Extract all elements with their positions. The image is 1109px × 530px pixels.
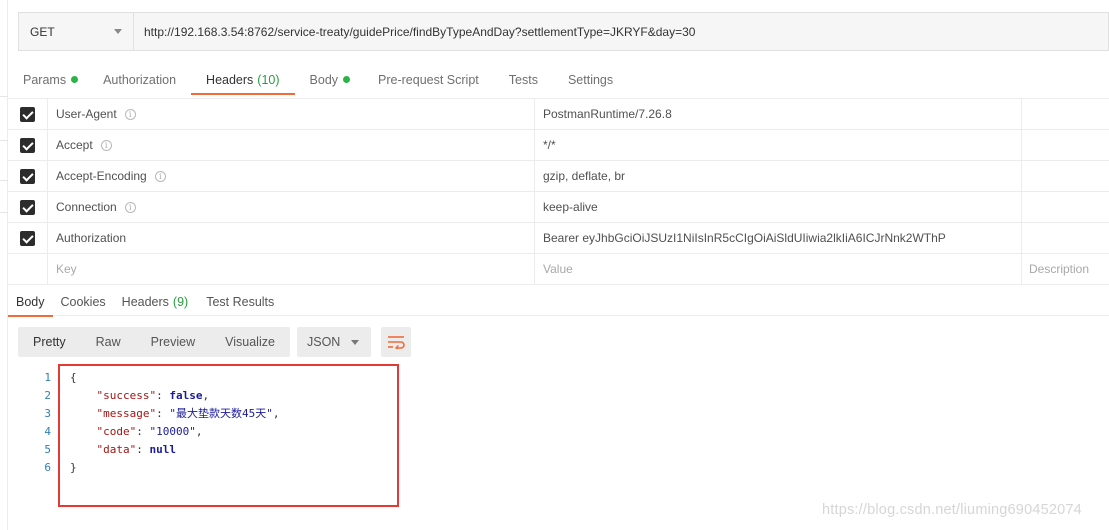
left-panel-edge bbox=[0, 0, 8, 530]
url-input[interactable]: http://192.168.3.54:8762/service-treaty/… bbox=[134, 13, 1108, 50]
header-description[interactable] bbox=[1022, 161, 1109, 191]
status-dot-icon bbox=[343, 76, 351, 83]
tab-label: Body bbox=[309, 72, 339, 87]
tab-pre-request-script[interactable]: Pre-request Script bbox=[378, 64, 479, 95]
tab-label: Cookies bbox=[60, 294, 106, 309]
table-row: User-Agent i PostmanRuntime/7.26.8 bbox=[8, 99, 1109, 130]
line-number: 5 bbox=[44, 442, 51, 456]
status-dot-icon bbox=[71, 76, 79, 83]
info-icon[interactable]: i bbox=[124, 201, 136, 213]
tab-label: Body bbox=[16, 294, 45, 309]
table-row: Connection i keep-alive bbox=[8, 192, 1109, 223]
table-row: Accept i */* bbox=[8, 130, 1109, 161]
header-key[interactable]: Accept bbox=[56, 138, 93, 152]
visualize-button[interactable]: Visualize bbox=[210, 327, 290, 357]
format-select[interactable]: JSON bbox=[297, 327, 371, 357]
new-key-input[interactable]: Key bbox=[48, 254, 535, 284]
header-value[interactable]: Bearer eyJhbGciOiJSUzI1NiIsInR5cCIgOiAiS… bbox=[535, 223, 1022, 253]
tab-label: Test Results bbox=[206, 294, 275, 309]
tab-count: (10) bbox=[257, 72, 280, 87]
tab-response-headers[interactable]: Headers (9) bbox=[122, 287, 189, 316]
request-url-bar: GET http://192.168.3.54:8762/service-tre… bbox=[18, 12, 1109, 51]
tab-authorization[interactable]: Authorization bbox=[103, 64, 176, 95]
header-enabled-checkbox[interactable] bbox=[20, 230, 35, 246]
tab-body[interactable]: Body bbox=[310, 64, 351, 95]
tab-label: Pre-request Script bbox=[378, 72, 479, 87]
tab-settings[interactable]: Settings bbox=[568, 64, 613, 95]
header-enabled-checkbox[interactable] bbox=[20, 106, 35, 122]
header-value[interactable]: PostmanRuntime/7.26.8 bbox=[535, 99, 1022, 129]
header-value[interactable]: */* bbox=[535, 130, 1022, 160]
line-number: 3 bbox=[44, 406, 51, 420]
tab-headers[interactable]: Headers (10) bbox=[191, 64, 296, 95]
info-icon[interactable]: i bbox=[124, 108, 136, 120]
preview-button[interactable]: Preview bbox=[136, 327, 210, 357]
wrap-lines-icon bbox=[388, 336, 405, 349]
new-value-input[interactable]: Value bbox=[535, 254, 1022, 284]
tab-label: Settings bbox=[567, 72, 614, 87]
tab-label: Headers bbox=[121, 294, 169, 309]
tab-tests[interactable]: Tests bbox=[509, 64, 538, 95]
method-label: GET bbox=[30, 24, 55, 39]
line-number: 2 bbox=[44, 388, 51, 402]
header-enabled-checkbox[interactable] bbox=[20, 199, 35, 215]
raw-button[interactable]: Raw bbox=[81, 327, 136, 357]
tab-cookies[interactable]: Cookies bbox=[61, 287, 106, 316]
header-key[interactable]: Accept-Encoding bbox=[56, 169, 147, 183]
header-value[interactable]: gzip, deflate, br bbox=[535, 161, 1022, 191]
chevron-down-icon bbox=[114, 29, 122, 34]
tab-response-body[interactable]: Body bbox=[8, 287, 53, 317]
line-number: 6 bbox=[44, 460, 51, 474]
view-mode-group: Pretty Raw Preview Visualize bbox=[18, 327, 290, 357]
watermark: https://blog.csdn.net/liuming690452074 bbox=[822, 502, 1082, 518]
tab-label: Tests bbox=[508, 72, 538, 87]
table-row: Accept-Encoding i gzip, deflate, br bbox=[8, 161, 1109, 192]
format-label: JSON bbox=[307, 335, 341, 349]
pretty-button[interactable]: Pretty bbox=[18, 327, 81, 357]
line-number: 1 bbox=[44, 370, 51, 384]
chevron-down-icon bbox=[351, 339, 359, 345]
tab-params[interactable]: Params bbox=[23, 64, 79, 95]
tab-count: (9) bbox=[172, 294, 189, 309]
table-row-new: Key Value Description bbox=[8, 254, 1109, 285]
header-key[interactable]: Authorization bbox=[56, 231, 126, 245]
tab-label: Authorization bbox=[103, 72, 177, 87]
header-value[interactable]: keep-alive bbox=[535, 192, 1022, 222]
response-tabs: Body Cookies Headers (9) Test Results bbox=[8, 287, 1109, 317]
header-description[interactable] bbox=[1022, 99, 1109, 129]
info-icon[interactable]: i bbox=[100, 139, 112, 151]
wrap-lines-button[interactable] bbox=[381, 327, 411, 357]
annotation-highlight-box bbox=[58, 364, 399, 507]
new-description-input[interactable]: Description bbox=[1022, 254, 1109, 284]
header-key[interactable]: Connection bbox=[56, 200, 117, 214]
header-description[interactable] bbox=[1022, 223, 1109, 253]
header-enabled-checkbox[interactable] bbox=[20, 168, 35, 184]
tab-label: Params bbox=[23, 72, 67, 87]
header-key[interactable]: User-Agent bbox=[56, 107, 117, 121]
method-select[interactable]: GET bbox=[19, 13, 134, 50]
request-tabs: Params Authorization Headers (10) Body Pr… bbox=[8, 64, 1109, 95]
header-description[interactable] bbox=[1022, 192, 1109, 222]
info-icon[interactable]: i bbox=[154, 170, 166, 182]
tab-test-results[interactable]: Test Results bbox=[206, 287, 274, 316]
table-row: Authorization Bearer eyJhbGciOiJSUzI1NiI… bbox=[8, 223, 1109, 254]
header-description[interactable] bbox=[1022, 130, 1109, 160]
line-number: 4 bbox=[44, 424, 51, 438]
header-enabled-checkbox[interactable] bbox=[20, 137, 35, 153]
headers-table: User-Agent i PostmanRuntime/7.26.8 Accept… bbox=[8, 98, 1109, 285]
tab-label: Headers bbox=[206, 72, 254, 87]
